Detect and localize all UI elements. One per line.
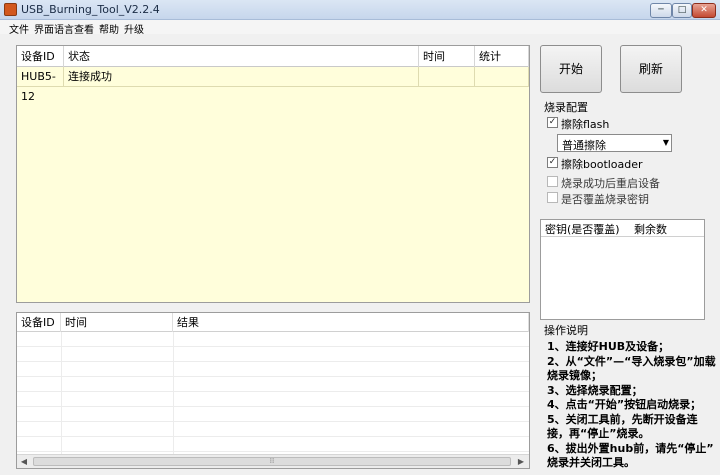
chevron-down-icon[interactable]: ▼	[663, 137, 669, 149]
erase-bootloader-label: 擦除bootloader	[561, 158, 643, 171]
burn-config-title: 烧录配置	[544, 101, 588, 114]
instruction-line: 2、从“文件”—“导入烧录包”加载	[547, 354, 716, 368]
list-item	[17, 407, 529, 422]
instruction-line: 4、点击“开始”按钮启动烧录；	[547, 398, 702, 411]
column-device-id[interactable]: 设备ID	[17, 313, 61, 332]
title-bar: USB_Burning_Tool_V2.2.4 ─ □ ✕	[0, 0, 720, 20]
overwrite-key-label: 是否覆盖烧录密钥	[561, 193, 649, 206]
maximize-button[interactable]: □	[672, 3, 692, 18]
list-item	[17, 332, 529, 347]
list-item	[17, 422, 529, 437]
refresh-button[interactable]: 刷新	[620, 45, 682, 93]
menu-upgrade[interactable]: 升级	[124, 21, 144, 36]
instruction-line: 烧录并关闭工具。	[547, 456, 635, 469]
key-list[interactable]: 密钥(是否覆盖) 剩余数	[540, 219, 705, 320]
minimize-button[interactable]: ─	[650, 3, 672, 18]
device-table-header: 设备ID 状态 时间 统计	[17, 46, 529, 67]
instructions-title: 操作说明	[544, 324, 588, 337]
instructions-text: 1、连接好HUB及设备； 2、从“文件”—“导入烧录包”加载 烧录镜像； 3、选…	[547, 340, 717, 471]
erase-mode-value: 普通擦除	[562, 139, 606, 152]
menu-view[interactable]: 查看	[74, 21, 94, 36]
instruction-line: 烧录镜像；	[547, 369, 602, 382]
start-button[interactable]: 开始	[540, 45, 602, 93]
list-item	[17, 347, 529, 362]
menu-bar: 文件 界面语言 查看 帮助 升级	[0, 20, 720, 36]
status-cell: 连接成功	[64, 67, 419, 87]
reboot-after-checkbox[interactable]	[547, 176, 558, 187]
column-time[interactable]: 时间	[61, 313, 173, 332]
menu-help[interactable]: 帮助	[99, 21, 119, 36]
device-id-cell: HUB5-12	[17, 67, 64, 103]
column-time[interactable]: 时间	[419, 46, 475, 67]
list-item	[17, 392, 529, 407]
column-key[interactable]: 密钥(是否覆盖)	[545, 221, 620, 237]
device-table[interactable]: 设备ID 状态 时间 统计 HUB5-12 连接成功	[16, 45, 530, 303]
scroll-left-icon[interactable]: ◀	[17, 455, 31, 468]
reboot-after-label: 烧录成功后重启设备	[561, 177, 660, 190]
instruction-line: 5、关闭工具前，先断开设备连	[547, 412, 698, 426]
erase-flash-checkbox[interactable]: ✓	[547, 117, 558, 128]
menu-file[interactable]: 文件	[9, 21, 29, 36]
column-result[interactable]: 结果	[173, 313, 529, 332]
erase-mode-select[interactable]: 普通擦除 ▼	[557, 134, 672, 152]
column-device-id[interactable]: 设备ID	[17, 46, 64, 67]
close-button[interactable]: ✕	[692, 3, 716, 18]
key-list-header: 密钥(是否覆盖) 剩余数	[541, 220, 704, 237]
result-table-header: 设备ID 时间 结果	[17, 313, 529, 332]
list-item	[17, 437, 529, 452]
instruction-line: 接，再“停止”烧录。	[547, 427, 650, 440]
list-item	[17, 377, 529, 392]
scroll-right-icon[interactable]: ▶	[514, 455, 528, 468]
instruction-line: 1、连接好HUB及设备；	[547, 340, 670, 353]
window-title: USB_Burning_Tool_V2.2.4	[21, 3, 160, 16]
instruction-line: 3、选择烧录配置；	[547, 383, 643, 397]
app-icon	[4, 3, 17, 16]
time-cell	[419, 67, 475, 87]
erase-flash-label: 擦除flash	[561, 118, 610, 131]
list-item	[17, 362, 529, 377]
overwrite-key-checkbox[interactable]	[547, 192, 558, 203]
column-stats[interactable]: 统计	[475, 46, 529, 67]
instruction-line: 6、拔出外置hub前，请先“停止”	[547, 441, 714, 455]
column-status[interactable]: 状态	[64, 46, 419, 67]
menu-language[interactable]: 界面语言	[34, 21, 74, 36]
result-table[interactable]: 设备ID 时间 结果 ◀ ⁞⁞ ▶	[16, 312, 530, 469]
erase-bootloader-checkbox[interactable]: ✓	[547, 157, 558, 168]
column-remaining[interactable]: 剩余数	[634, 221, 667, 237]
stats-cell	[475, 67, 529, 87]
scroll-thumb[interactable]: ⁞⁞	[33, 457, 511, 466]
horizontal-scrollbar[interactable]: ◀ ⁞⁞ ▶	[17, 454, 529, 468]
table-row[interactable]: HUB5-12 连接成功	[17, 67, 529, 103]
